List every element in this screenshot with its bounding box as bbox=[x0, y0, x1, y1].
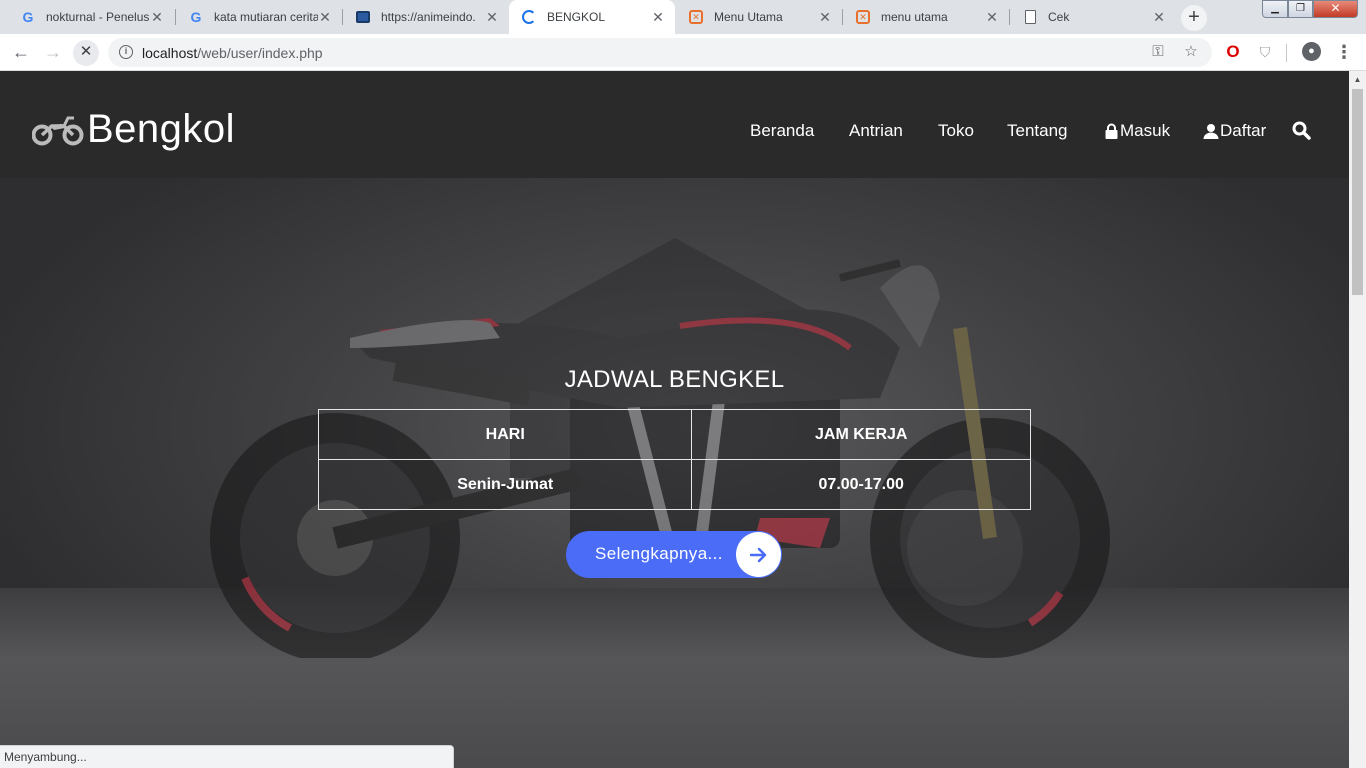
url-host: localhost bbox=[142, 45, 198, 61]
table-cell: 07.00-17.00 bbox=[691, 459, 1031, 510]
tab-title: https://animeindo. bbox=[381, 10, 476, 24]
key-icon[interactable]: ⚿ bbox=[1148, 42, 1168, 62]
nav-masuk[interactable]: Masuk bbox=[1104, 121, 1170, 141]
page-viewport: Bengkol Beranda Antrian Toko Tentang Mas… bbox=[0, 71, 1349, 768]
table-cell: Senin-Jumat bbox=[317, 459, 693, 510]
window-controls: ▁ ❐ ✕ bbox=[1262, 0, 1358, 18]
nav-label: Toko bbox=[938, 121, 974, 140]
search-button[interactable] bbox=[1292, 121, 1312, 140]
profile-icon[interactable]: ● bbox=[1302, 42, 1321, 61]
nav-daftar[interactable]: Daftar bbox=[1203, 121, 1266, 141]
forward-button[interactable]: → bbox=[40, 40, 66, 66]
nav-tentang[interactable]: Tentang bbox=[1007, 121, 1068, 141]
nav-label: Masuk bbox=[1120, 121, 1171, 140]
tab-title: nokturnal - Penelus bbox=[46, 10, 150, 24]
opera-extension-icon[interactable]: O bbox=[1223, 42, 1243, 62]
stop-loading-button[interactable]: ✕ bbox=[73, 40, 99, 66]
nav-beranda[interactable]: Beranda bbox=[750, 121, 814, 141]
user-icon bbox=[1203, 124, 1219, 139]
shield-extension-icon[interactable]: ⛉ bbox=[1255, 42, 1275, 62]
nav-toko[interactable]: Toko bbox=[938, 121, 974, 141]
nav-label: Beranda bbox=[750, 121, 815, 140]
hero-section: JADWAL BENGKEL HARI JAM KERJA Senin-Juma… bbox=[0, 178, 1349, 768]
table-header-cell: HARI bbox=[317, 409, 693, 460]
google-icon: G bbox=[22, 9, 34, 25]
scrollbar-thumb[interactable] bbox=[1352, 89, 1363, 295]
star-icon[interactable]: ☆ bbox=[1181, 42, 1201, 62]
tab-active[interactable]: BENGKOL ✕ bbox=[509, 0, 675, 34]
tab-2[interactable]: G kata mutiaran cerita ✕ bbox=[176, 0, 342, 34]
loading-spinner-icon bbox=[521, 9, 537, 25]
xampp-icon: ✕ bbox=[855, 9, 871, 25]
tab-strip: G nokturnal - Penelus ✕ G kata mutiaran … bbox=[0, 0, 1366, 34]
menu-icon[interactable]: ⋮ bbox=[1334, 42, 1354, 62]
nav-label: Daftar bbox=[1220, 121, 1267, 140]
close-icon[interactable]: ✕ bbox=[485, 9, 499, 26]
close-icon[interactable]: ✕ bbox=[318, 9, 332, 26]
schedule-title: JADWAL BENGKEL bbox=[564, 366, 785, 393]
tab-title: Cek bbox=[1048, 10, 1070, 24]
tab-title: BENGKOL bbox=[547, 10, 606, 24]
table-header-row: HARI JAM KERJA bbox=[317, 409, 1031, 460]
nav-label: Tentang bbox=[1007, 121, 1068, 140]
search-icon bbox=[1292, 121, 1311, 140]
close-window-button[interactable]: ✕ bbox=[1313, 0, 1358, 18]
tab-7[interactable]: Cek ✕ bbox=[1010, 0, 1176, 34]
nav-label: Antrian bbox=[849, 121, 903, 140]
tab-5[interactable]: ✕ Menu Utama ✕ bbox=[676, 0, 842, 34]
url-path: /web/user/index.php bbox=[197, 45, 323, 61]
xampp-icon: ✕ bbox=[688, 9, 704, 25]
scroll-up-arrow-icon[interactable]: ▲ bbox=[1349, 71, 1366, 88]
tab-title: menu utama bbox=[881, 10, 948, 24]
google-icon: G bbox=[190, 9, 202, 25]
selengkapnya-button[interactable]: Selengkapnya... bbox=[566, 531, 782, 578]
tab-1[interactable]: G nokturnal - Penelus ✕ bbox=[8, 0, 174, 34]
page-scrollbar[interactable]: ▲ bbox=[1349, 71, 1366, 768]
close-icon[interactable]: ✕ bbox=[150, 9, 164, 26]
table-header-cell: JAM KERJA bbox=[691, 409, 1031, 460]
table-row: Senin-Jumat 07.00-17.00 bbox=[317, 459, 1031, 510]
arrow-right-icon bbox=[736, 532, 781, 577]
status-bubble: Menyambung... bbox=[0, 745, 454, 768]
tv-icon bbox=[355, 9, 371, 25]
address-bar[interactable]: i localhost/web/user/index.php ⚿ ☆ bbox=[108, 38, 1212, 67]
lock-icon bbox=[1105, 123, 1118, 139]
minimize-button[interactable]: ▁ bbox=[1262, 0, 1288, 18]
tab-6[interactable]: ✕ menu utama ✕ bbox=[843, 0, 1009, 34]
close-icon[interactable]: ✕ bbox=[818, 9, 832, 26]
maximize-button[interactable]: ❐ bbox=[1288, 0, 1313, 18]
nav-antrian[interactable]: Antrian bbox=[849, 121, 903, 141]
close-icon[interactable]: ✕ bbox=[985, 9, 999, 26]
info-icon[interactable]: i bbox=[119, 45, 133, 59]
browser-toolbar: ← → ✕ i localhost/web/user/index.php ⚿ ☆… bbox=[0, 34, 1366, 71]
url-text[interactable]: localhost/web/user/index.php bbox=[142, 45, 323, 61]
document-icon bbox=[1022, 9, 1038, 25]
tab-title: kata mutiaran cerita bbox=[214, 10, 318, 24]
back-button[interactable]: ← bbox=[8, 40, 34, 66]
tab-title: Menu Utama bbox=[714, 10, 783, 24]
new-tab-button[interactable]: + bbox=[1181, 5, 1207, 31]
tab-3[interactable]: https://animeindo. ✕ bbox=[343, 0, 509, 34]
site-header: Bengkol Beranda Antrian Toko Tentang Mas… bbox=[0, 71, 1349, 178]
close-icon[interactable]: ✕ bbox=[1152, 9, 1166, 26]
schedule-table: HARI JAM KERJA Senin-Jumat 07.00-17.00 bbox=[317, 409, 1031, 510]
toolbar-divider bbox=[1286, 44, 1287, 62]
button-label: Selengkapnya... bbox=[595, 544, 723, 563]
close-icon[interactable]: ✕ bbox=[651, 9, 665, 26]
main-nav: Beranda Antrian Toko Tentang Masuk Dafta… bbox=[0, 121, 1349, 145]
